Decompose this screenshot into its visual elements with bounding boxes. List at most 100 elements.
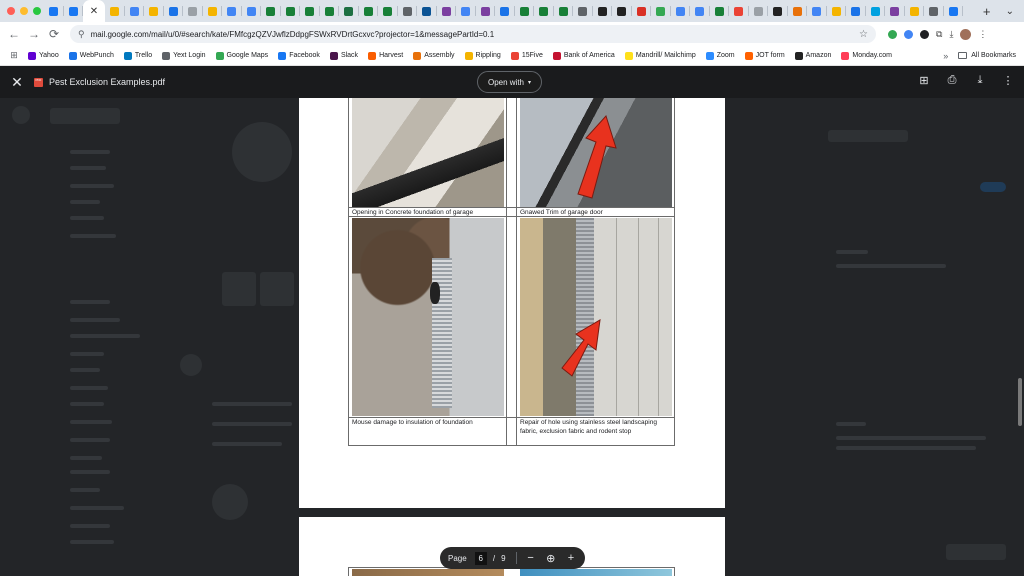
browser-tab[interactable] — [807, 0, 827, 22]
browser-tab[interactable] — [651, 0, 671, 22]
address-url[interactable]: mail.google.com/mail/u/0/#search/kate/FM… — [91, 30, 859, 39]
browser-menu-icon[interactable]: ⋮ — [978, 29, 987, 40]
zoom-out-button[interactable]: − — [524, 552, 536, 564]
extensions-puzzle-icon[interactable]: ⧉ — [936, 29, 942, 40]
browser-tab[interactable] — [281, 0, 300, 22]
extension-blue-icon[interactable] — [904, 29, 913, 39]
browser-tab[interactable] — [339, 0, 359, 22]
browser-tab[interactable] — [437, 0, 456, 22]
bookmark-item[interactable]: Bank of America — [552, 51, 615, 60]
browser-tab[interactable] — [320, 0, 339, 22]
new-tab-button[interactable]: + — [978, 4, 996, 19]
browser-tab[interactable] — [300, 0, 320, 22]
more-options-icon[interactable]: ⋮ — [1002, 74, 1014, 87]
browser-tab[interactable] — [378, 0, 398, 22]
bookmark-item[interactable]: Rippling — [464, 51, 501, 60]
open-with-button[interactable]: Open with ▾ — [477, 71, 542, 93]
close-window-button[interactable] — [7, 7, 15, 15]
browser-tab[interactable] — [593, 0, 612, 22]
browser-tab[interactable] — [632, 0, 651, 22]
download-icon[interactable]: ⤓ — [974, 74, 986, 87]
browser-tab[interactable] — [554, 0, 573, 22]
browser-tab[interactable] — [534, 0, 554, 22]
bookmark-item[interactable]: Monday.com — [841, 51, 892, 60]
address-bar[interactable]: ⚲ mail.google.com/mail/u/0/#search/kate/… — [70, 25, 876, 43]
bookmark-item[interactable]: Google Maps — [215, 51, 268, 60]
browser-tab[interactable] — [924, 0, 944, 22]
zoom-in-button[interactable]: + — [565, 552, 577, 564]
browser-tab[interactable] — [44, 0, 64, 22]
extension-green-icon[interactable] — [888, 29, 897, 39]
browser-tab[interactable] — [164, 0, 183, 22]
reload-button[interactable]: ⟳ — [44, 27, 64, 41]
downloads-icon[interactable]: ⤓ — [949, 29, 953, 40]
zoom-window-button[interactable] — [33, 7, 41, 15]
minimize-window-button[interactable] — [20, 7, 28, 15]
page-number-input[interactable]: 6 — [474, 551, 487, 565]
bookmark-item[interactable]: Amazon — [794, 51, 831, 60]
browser-tab[interactable] — [827, 0, 846, 22]
browser-tab[interactable] — [788, 0, 807, 22]
bookmark-item[interactable]: JOT form — [744, 51, 785, 60]
tab-search-button[interactable]: ⌄ — [996, 6, 1024, 17]
browser-tab[interactable] — [105, 0, 125, 22]
site-info-icon[interactable]: ⚲ — [78, 29, 85, 40]
forward-button[interactable]: → — [24, 27, 44, 41]
bookmark-item[interactable]: Trello — [123, 51, 152, 60]
browser-tab[interactable] — [64, 0, 83, 22]
browser-tab[interactable] — [729, 0, 749, 22]
bookmark-star-icon[interactable]: ☆ — [859, 29, 868, 40]
browser-tab[interactable] — [183, 0, 203, 22]
bookmark-item[interactable]: Harvest — [368, 51, 403, 60]
close-viewer-button[interactable]: ✕ — [0, 74, 34, 91]
browser-tab[interactable] — [710, 0, 729, 22]
browser-tab[interactable] — [690, 0, 710, 22]
browser-tab[interactable] — [456, 0, 476, 22]
browser-tab[interactable] — [359, 0, 378, 22]
browser-tab[interactable] — [222, 0, 242, 22]
browser-tab[interactable] — [905, 0, 924, 22]
apps-grid-icon[interactable]: ⊞ — [0, 50, 28, 61]
bookmark-item[interactable]: Yext Login — [162, 51, 206, 60]
active-browser-tab[interactable]: ✕ — [83, 0, 105, 22]
browser-tab[interactable] — [417, 0, 437, 22]
profile-avatar[interactable] — [960, 28, 972, 40]
tab-favicon-icon — [305, 6, 315, 16]
browser-tab[interactable] — [944, 0, 963, 22]
browser-tab[interactable] — [144, 0, 164, 22]
all-bookmarks-button[interactable]: All Bookmarks — [958, 52, 1024, 59]
browser-tab[interactable] — [125, 0, 144, 22]
print-icon[interactable]: ⎙ — [946, 74, 958, 87]
extension-dark-icon[interactable] — [920, 29, 929, 39]
browser-tab[interactable] — [671, 0, 690, 22]
bookmark-item[interactable]: Zoom — [705, 51, 735, 60]
browser-tab[interactable] — [398, 0, 417, 22]
browser-tab[interactable] — [476, 0, 495, 22]
browser-tab[interactable] — [495, 0, 515, 22]
close-tab-icon[interactable]: ✕ — [90, 6, 98, 17]
browser-tab[interactable] — [885, 0, 905, 22]
browser-tab[interactable] — [612, 0, 632, 22]
bookmark-item[interactable]: Yahoo — [28, 51, 59, 60]
back-button[interactable]: ← — [4, 27, 24, 41]
bookmark-item[interactable]: Assembly — [413, 51, 455, 60]
browser-tab[interactable] — [573, 0, 593, 22]
tab-favicon-icon — [929, 6, 939, 16]
bookmark-item[interactable]: Facebook — [278, 51, 320, 60]
bookmark-item[interactable]: WebPunch — [68, 51, 114, 60]
browser-tab[interactable] — [846, 0, 866, 22]
browser-tab[interactable] — [242, 0, 261, 22]
bookmarks-overflow-button[interactable]: » — [943, 51, 948, 61]
browser-tab[interactable] — [203, 0, 222, 22]
add-to-drive-icon[interactable]: ⊞ — [918, 74, 930, 87]
browser-tab[interactable] — [515, 0, 534, 22]
browser-tab[interactable] — [749, 0, 768, 22]
bookmark-item[interactable]: Slack — [329, 51, 358, 60]
bookmark-item[interactable]: 15Five — [510, 51, 543, 60]
scrollbar-thumb[interactable] — [1018, 378, 1022, 426]
bookmark-item[interactable]: Mandrill/ Mailchimp — [624, 51, 696, 60]
browser-tab[interactable] — [261, 0, 281, 22]
zoom-fit-icon[interactable]: ⊕ — [545, 552, 557, 565]
browser-tab[interactable] — [768, 0, 788, 22]
browser-tab[interactable] — [866, 0, 885, 22]
